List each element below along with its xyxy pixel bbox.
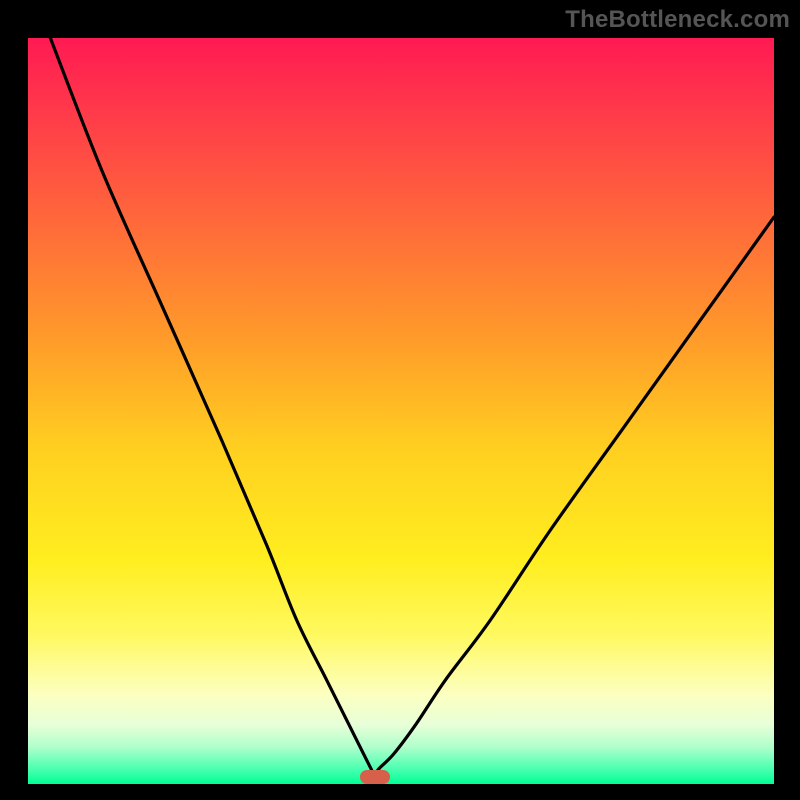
curve-path — [50, 38, 774, 777]
plot-area — [28, 38, 774, 784]
watermark-text: TheBottleneck.com — [565, 6, 790, 34]
minimum-marker — [360, 770, 390, 784]
curve-svg — [28, 38, 774, 784]
chart-container: TheBottleneck.com — [0, 0, 800, 800]
